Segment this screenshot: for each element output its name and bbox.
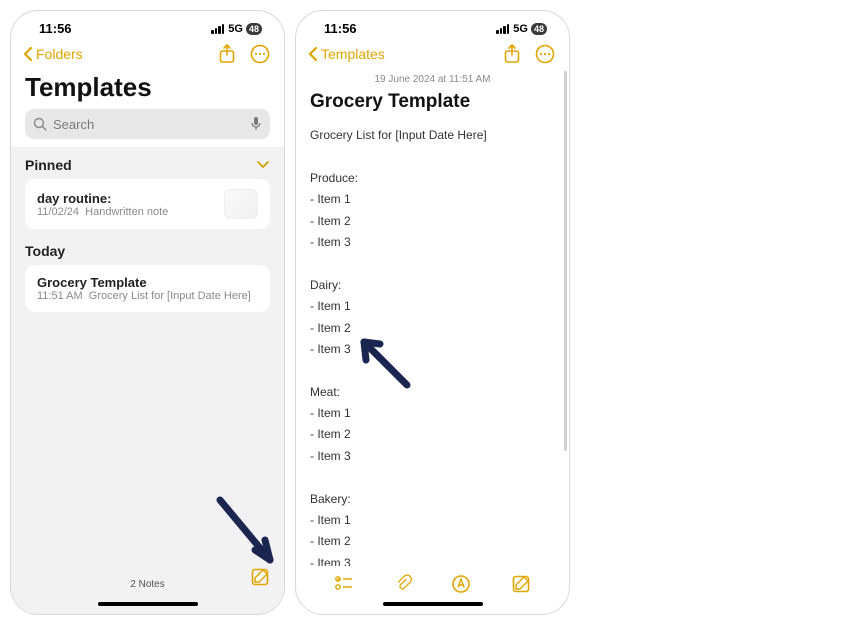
more-icon[interactable] xyxy=(250,44,270,64)
signal-icon xyxy=(211,24,224,34)
note-body[interactable]: Grocery List for [Input Date Here] Produ… xyxy=(296,123,569,566)
battery-icon: 48 xyxy=(531,23,547,35)
compose-icon[interactable] xyxy=(511,574,531,594)
network-label: 5G xyxy=(513,23,528,35)
back-label: Templates xyxy=(321,46,385,62)
search-icon xyxy=(33,117,47,131)
chevron-left-icon xyxy=(306,46,320,62)
search-placeholder: Search xyxy=(53,117,244,132)
signal-icon xyxy=(496,24,509,34)
folder-list-screen: 11:56 5G 48 Folders Templates xyxy=(10,10,285,615)
note-title: Grocery Template xyxy=(37,275,258,290)
note-title[interactable]: Grocery Template xyxy=(296,89,569,123)
status-bar: 11:56 5G 48 xyxy=(11,11,284,38)
share-icon[interactable] xyxy=(503,44,521,64)
note-thumbnail xyxy=(224,189,258,219)
back-button[interactable]: Folders xyxy=(21,46,83,62)
note-toolbar xyxy=(296,566,569,596)
status-bar: 11:56 5G 48 xyxy=(296,11,569,38)
compose-button[interactable] xyxy=(250,567,270,590)
note-subtitle: 11/02/24 Handwritten note xyxy=(37,206,216,218)
pinned-note-card[interactable]: day routine: 11/02/24 Handwritten note xyxy=(25,179,270,229)
home-indicator xyxy=(98,602,198,606)
chevron-left-icon xyxy=(21,46,35,62)
chevron-down-icon xyxy=(256,160,270,170)
status-time: 11:56 xyxy=(39,21,72,36)
note-subtitle: 11:51 AM Grocery List for [Input Date He… xyxy=(37,290,258,302)
today-label: Today xyxy=(25,243,65,259)
more-icon[interactable] xyxy=(535,44,555,64)
mic-icon[interactable] xyxy=(250,116,262,132)
search-input[interactable]: Search xyxy=(25,109,270,139)
status-time: 11:56 xyxy=(324,21,357,36)
scroll-indicator xyxy=(564,71,567,451)
battery-icon: 48 xyxy=(246,23,262,35)
note-title: day routine: xyxy=(37,191,216,206)
note-timestamp: 19 June 2024 at 11:51 AM xyxy=(296,68,569,89)
back-button[interactable]: Templates xyxy=(306,46,385,62)
today-note-card[interactable]: Grocery Template 11:51 AM Grocery List f… xyxy=(25,265,270,312)
share-icon[interactable] xyxy=(218,44,236,64)
pinned-label: Pinned xyxy=(25,157,72,173)
notes-count-footer: 2 Notes xyxy=(11,571,284,596)
checklist-icon[interactable] xyxy=(334,575,354,593)
back-label: Folders xyxy=(36,46,83,62)
home-indicator xyxy=(383,602,483,606)
today-section-header: Today xyxy=(11,239,284,265)
pinned-section-header[interactable]: Pinned xyxy=(11,147,284,179)
note-detail-screen: 11:56 5G 48 Templates 19 June 2024 at 11… xyxy=(295,10,570,615)
attachment-icon[interactable] xyxy=(394,574,412,594)
markup-icon[interactable] xyxy=(451,574,471,594)
network-label: 5G xyxy=(228,23,243,35)
page-title: Templates xyxy=(11,68,284,109)
